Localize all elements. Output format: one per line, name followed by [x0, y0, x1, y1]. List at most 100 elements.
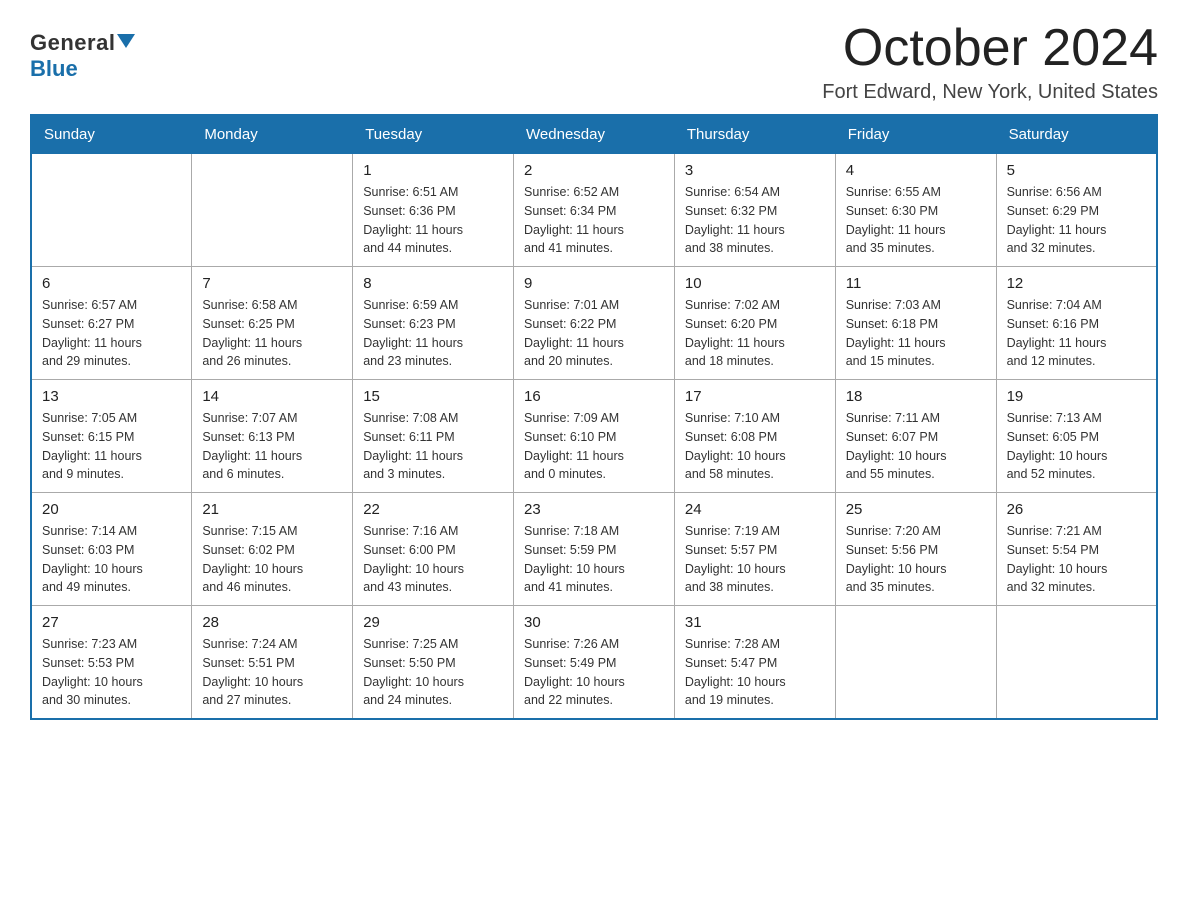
- day-number: 21: [202, 501, 342, 518]
- day-info: Sunrise: 7:21 AM Sunset: 5:54 PM Dayligh…: [1007, 522, 1146, 597]
- calendar-cell: 4Sunrise: 6:55 AM Sunset: 6:30 PM Daylig…: [835, 154, 996, 267]
- calendar-cell: 23 Sunrise: 7:18 AM Sunset: 5:59 PM Dayli…: [514, 493, 675, 606]
- day-number: 26: [1007, 501, 1146, 518]
- calendar-cell: 30Sunrise: 7:26 AM Sunset: 5:49 PM Dayli…: [514, 606, 675, 720]
- calendar-cell: 24 Sunrise: 7:19 AM Sunset: 5:57 PM Dayli…: [674, 493, 835, 606]
- header-thursday: Thursday: [674, 115, 835, 154]
- calendar-cell: 17 Sunrise: 7:10 AM Sunset: 6:08 PM Dayli…: [674, 380, 835, 493]
- day-number: 23: [524, 501, 664, 518]
- day-number: 15: [363, 388, 503, 405]
- day-info: Sunrise: 7:01 AM Sunset: 6:22 PM Dayligh…: [524, 296, 664, 371]
- day-number: 20: [42, 501, 181, 518]
- calendar-cell: 11 Sunrise: 7:03 AM Sunset: 6:18 PM Dayli…: [835, 267, 996, 380]
- day-info: Sunrise: 7:09 AM Sunset: 6:10 PM Dayligh…: [524, 409, 664, 484]
- logo-blue-text: Blue: [30, 56, 78, 82]
- day-info: Sunrise: 6:52 AM Sunset: 6:34 PM Dayligh…: [524, 183, 664, 258]
- calendar-cell: 2 Sunrise: 6:52 AM Sunset: 6:34 PM Daylig…: [514, 154, 675, 267]
- day-info: Sunrise: 7:03 AM Sunset: 6:18 PM Dayligh…: [846, 296, 986, 371]
- calendar-cell: 15 Sunrise: 7:08 AM Sunset: 6:11 PM Dayli…: [353, 380, 514, 493]
- day-info: Sunrise: 7:26 AM Sunset: 5:49 PM Dayligh…: [524, 635, 664, 710]
- day-info: Sunrise: 7:08 AM Sunset: 6:11 PM Dayligh…: [363, 409, 503, 484]
- day-number: 22: [363, 501, 503, 518]
- day-number: 17: [685, 388, 825, 405]
- calendar-cell: 18 Sunrise: 7:11 AM Sunset: 6:07 PM Dayli…: [835, 380, 996, 493]
- header-sunday: Sunday: [31, 115, 192, 154]
- calendar-cell: 29Sunrise: 7:25 AM Sunset: 5:50 PM Dayli…: [353, 606, 514, 720]
- day-info: Sunrise: 7:19 AM Sunset: 5:57 PM Dayligh…: [685, 522, 825, 597]
- day-number: 31: [685, 614, 825, 631]
- calendar-cell: 13 Sunrise: 7:05 AM Sunset: 6:15 PM Dayli…: [31, 380, 192, 493]
- day-info: Sunrise: 7:04 AM Sunset: 6:16 PM Dayligh…: [1007, 296, 1146, 371]
- calendar-cell: 14Sunrise: 7:07 AM Sunset: 6:13 PM Dayli…: [192, 380, 353, 493]
- day-info: Sunrise: 7:11 AM Sunset: 6:07 PM Dayligh…: [846, 409, 986, 484]
- day-number: 9: [524, 275, 664, 292]
- day-number: 14: [202, 388, 342, 405]
- day-info: Sunrise: 6:55 AM Sunset: 6:30 PM Dayligh…: [846, 183, 986, 258]
- calendar-header-row: SundayMondayTuesdayWednesdayThursdayFrid…: [31, 115, 1157, 154]
- day-number: 13: [42, 388, 181, 405]
- day-number: 3: [685, 162, 825, 179]
- header-saturday: Saturday: [996, 115, 1157, 154]
- logo-arrow-icon: [117, 34, 135, 48]
- day-info: Sunrise: 7:18 AM Sunset: 5:59 PM Dayligh…: [524, 522, 664, 597]
- day-number: 5: [1007, 162, 1146, 179]
- day-number: 2: [524, 162, 664, 179]
- day-number: 16: [524, 388, 664, 405]
- calendar-cell: [835, 606, 996, 720]
- logo: General Blue: [30, 20, 135, 82]
- week-row-1: 1Sunrise: 6:51 AM Sunset: 6:36 PM Daylig…: [31, 154, 1157, 267]
- day-number: 28: [202, 614, 342, 631]
- day-info: Sunrise: 7:05 AM Sunset: 6:15 PM Dayligh…: [42, 409, 181, 484]
- calendar-cell: 31Sunrise: 7:28 AM Sunset: 5:47 PM Dayli…: [674, 606, 835, 720]
- calendar-cell: 16 Sunrise: 7:09 AM Sunset: 6:10 PM Dayli…: [514, 380, 675, 493]
- logo-general-text: General: [30, 30, 115, 56]
- day-info: Sunrise: 7:15 AM Sunset: 6:02 PM Dayligh…: [202, 522, 342, 597]
- day-number: 24: [685, 501, 825, 518]
- calendar-cell: 26 Sunrise: 7:21 AM Sunset: 5:54 PM Dayli…: [996, 493, 1157, 606]
- header-monday: Monday: [192, 115, 353, 154]
- day-number: 10: [685, 275, 825, 292]
- header-tuesday: Tuesday: [353, 115, 514, 154]
- day-number: 25: [846, 501, 986, 518]
- header: General Blue October 2024 Fort Edward, N…: [30, 20, 1158, 104]
- calendar-cell: 22Sunrise: 7:16 AM Sunset: 6:00 PM Dayli…: [353, 493, 514, 606]
- day-info: Sunrise: 6:58 AM Sunset: 6:25 PM Dayligh…: [202, 296, 342, 371]
- day-number: 11: [846, 275, 986, 292]
- day-info: Sunrise: 7:23 AM Sunset: 5:53 PM Dayligh…: [42, 635, 181, 710]
- day-number: 6: [42, 275, 181, 292]
- calendar-cell: 21 Sunrise: 7:15 AM Sunset: 6:02 PM Dayli…: [192, 493, 353, 606]
- calendar-cell: [192, 154, 353, 267]
- day-number: 27: [42, 614, 181, 631]
- calendar-cell: 25 Sunrise: 7:20 AM Sunset: 5:56 PM Dayli…: [835, 493, 996, 606]
- week-row-3: 13 Sunrise: 7:05 AM Sunset: 6:15 PM Dayli…: [31, 380, 1157, 493]
- day-number: 1: [363, 162, 503, 179]
- week-row-4: 20 Sunrise: 7:14 AM Sunset: 6:03 PM Dayli…: [31, 493, 1157, 606]
- week-row-5: 27 Sunrise: 7:23 AM Sunset: 5:53 PM Dayli…: [31, 606, 1157, 720]
- day-info: Sunrise: 7:25 AM Sunset: 5:50 PM Dayligh…: [363, 635, 503, 710]
- header-wednesday: Wednesday: [514, 115, 675, 154]
- day-number: 18: [846, 388, 986, 405]
- day-info: Sunrise: 7:10 AM Sunset: 6:08 PM Dayligh…: [685, 409, 825, 484]
- day-info: Sunrise: 6:56 AM Sunset: 6:29 PM Dayligh…: [1007, 183, 1146, 258]
- calendar-cell: 28 Sunrise: 7:24 AM Sunset: 5:51 PM Dayli…: [192, 606, 353, 720]
- calendar-cell: 3Sunrise: 6:54 AM Sunset: 6:32 PM Daylig…: [674, 154, 835, 267]
- calendar-cell: 7 Sunrise: 6:58 AM Sunset: 6:25 PM Daylig…: [192, 267, 353, 380]
- calendar-cell: 10 Sunrise: 7:02 AM Sunset: 6:20 PM Dayli…: [674, 267, 835, 380]
- calendar-cell: 5 Sunrise: 6:56 AM Sunset: 6:29 PM Daylig…: [996, 154, 1157, 267]
- title-area: October 2024 Fort Edward, New York, Unit…: [822, 20, 1158, 104]
- day-info: Sunrise: 6:59 AM Sunset: 6:23 PM Dayligh…: [363, 296, 503, 371]
- day-number: 7: [202, 275, 342, 292]
- calendar-cell: [31, 154, 192, 267]
- week-row-2: 6Sunrise: 6:57 AM Sunset: 6:27 PM Daylig…: [31, 267, 1157, 380]
- day-info: Sunrise: 7:14 AM Sunset: 6:03 PM Dayligh…: [42, 522, 181, 597]
- day-info: Sunrise: 7:24 AM Sunset: 5:51 PM Dayligh…: [202, 635, 342, 710]
- day-info: Sunrise: 7:20 AM Sunset: 5:56 PM Dayligh…: [846, 522, 986, 597]
- day-number: 12: [1007, 275, 1146, 292]
- calendar-cell: 8Sunrise: 6:59 AM Sunset: 6:23 PM Daylig…: [353, 267, 514, 380]
- calendar-cell: 6Sunrise: 6:57 AM Sunset: 6:27 PM Daylig…: [31, 267, 192, 380]
- day-info: Sunrise: 7:02 AM Sunset: 6:20 PM Dayligh…: [685, 296, 825, 371]
- calendar-cell: 19Sunrise: 7:13 AM Sunset: 6:05 PM Dayli…: [996, 380, 1157, 493]
- day-number: 19: [1007, 388, 1146, 405]
- calendar-cell: 1Sunrise: 6:51 AM Sunset: 6:36 PM Daylig…: [353, 154, 514, 267]
- calendar-table: SundayMondayTuesdayWednesdayThursdayFrid…: [30, 114, 1158, 720]
